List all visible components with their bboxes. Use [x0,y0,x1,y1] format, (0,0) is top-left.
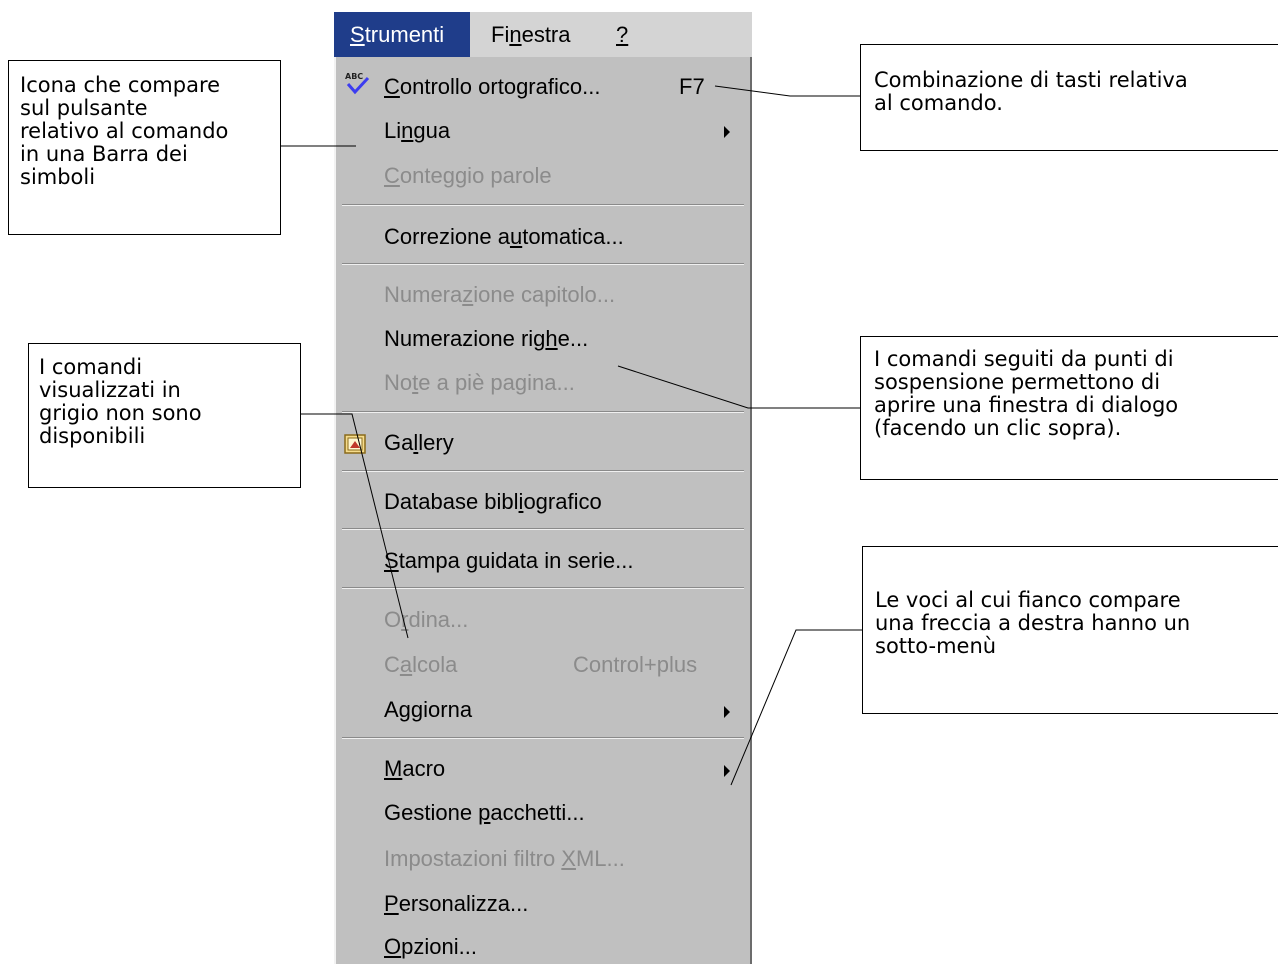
leader-line-disabled [301,413,409,639]
leader-line-submenu [730,629,862,786]
leader-line-ellipsis [617,365,860,409]
leader-line-shortcut [714,85,860,97]
callout-leader-lines [281,85,862,786]
